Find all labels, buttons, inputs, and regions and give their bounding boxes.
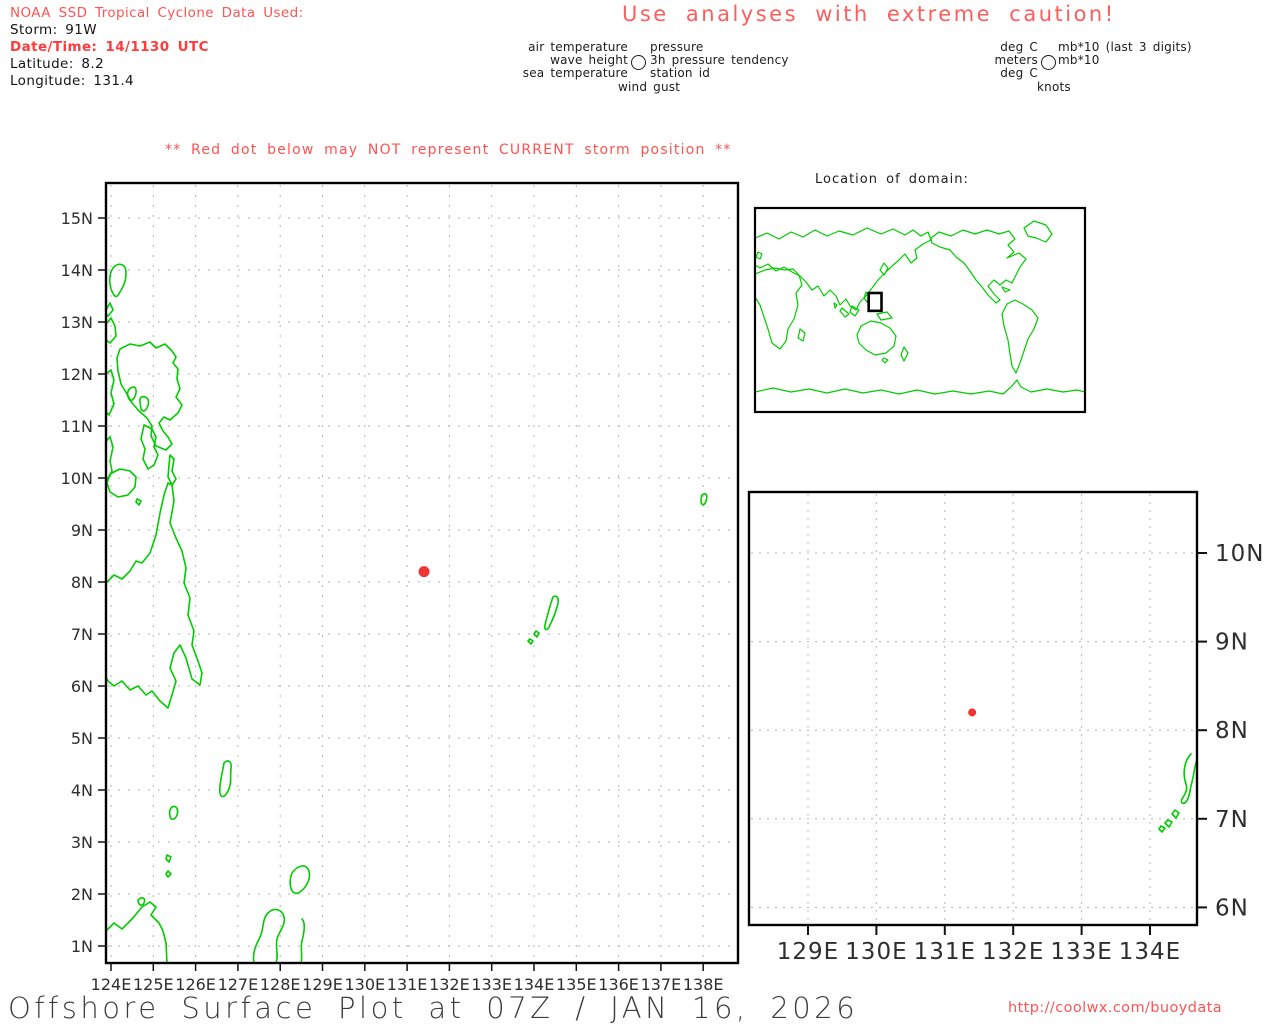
coastline [754,267,803,350]
plot-title: Offshore Surface Plot at 07Z / JAN 16, 2… [8,991,859,1025]
y-tick-label: 12N [61,365,93,384]
x-tick-label: 131E [914,939,976,965]
coastline [116,341,183,451]
y-tick-label: 11N [61,417,93,436]
legend-wind-gust: wind gust [618,79,681,94]
map-border [753,206,1087,414]
y-tick-label: 6N [1215,895,1249,921]
storm-info-latitude: Latitude: 8.2 [10,56,105,72]
coastline [881,346,909,364]
y-tick-label: 15N [61,209,93,228]
coastline [105,901,168,964]
coastline [755,251,763,260]
coastline [833,302,838,309]
coastline [140,424,159,470]
legend-wind-gust-units: knots [1037,79,1071,94]
coastline [137,897,146,906]
storm-info-source: NOAA SSD Tropical Cyclone Data Used: [10,5,304,21]
legend-sea-temperature: sea temperature [522,66,628,81]
x-tick-label: 129E [777,939,839,965]
coastline [165,870,172,878]
legend-station-id: station id [650,66,711,81]
storm-info-longitude: Longitude: 131.4 [10,73,135,89]
coastline [1001,286,1011,293]
y-tick-label: 9N [71,521,93,540]
coastline [168,805,179,821]
storm-info-id: Storm: 91W [10,22,97,38]
coastline [165,854,172,863]
y-tick-label: 10N [61,469,93,488]
y-tick-label: 8N [71,573,93,592]
main-map: 124E 125E 126E 127E 128E 129E 130E 131E 132E 133E… [61,181,740,994]
coastline [139,395,150,412]
y-tick-label: 6N [71,677,93,696]
coastline [105,317,117,344]
coastline [1164,819,1173,828]
coastline [1180,753,1198,805]
x-tick-label: 133E [1050,939,1112,965]
storm-position-dot [968,708,977,717]
x-tick-label: 134E [1119,939,1181,965]
coastline [126,386,137,402]
coastline [289,865,311,895]
source-url[interactable]: http://coolwx.com/buoydata [1008,1000,1222,1016]
y-tick-label: 9N [1215,630,1249,656]
domain-box [867,291,883,313]
storm-position-warning: ** Red dot below may NOT represent CURRE… [165,142,732,158]
coastline [797,328,806,342]
x-tick-label: 130E [845,939,907,965]
coastline [1023,220,1053,243]
caution-banner: Use analyses with extreme caution! [622,2,1116,26]
coastline [1171,809,1180,819]
domain-inset-title: Location of domain: [815,172,969,187]
storm-info-block: NOAA SSD Tropical Cyclone Data Used: Sto… [10,5,304,90]
coastline [527,638,534,645]
y-tick-label: 7N [1215,807,1249,833]
coastline [1158,825,1166,833]
storm-position-dot [418,566,430,578]
domain-inset-map [753,206,1087,414]
station-circle-icon [1041,55,1056,70]
coastline [135,498,142,506]
y-tick-label: 3N [71,833,93,852]
legend-pressure-tendency-units: mb*10 [1058,53,1100,68]
y-tick-label: 2N [71,885,93,904]
coastline [106,468,137,498]
map-border [747,490,1199,927]
y-tick-label: 7N [71,625,93,644]
coastline [300,918,306,964]
coastline [856,320,897,356]
coastline [700,493,708,506]
y-tick-label: 13N [61,313,93,332]
coastline [533,630,540,638]
zoom-inset-map: 129E 130E 131E 132E 133E 134E 10N 9N 8N 7N 6N [747,490,1263,965]
coastline [219,760,232,798]
storm-info-datetime: Date/Time: 14/1130 UTC [10,39,209,55]
y-tick-label: 14N [61,261,93,280]
x-tick-label: 132E [982,939,1044,965]
coastline [108,263,127,298]
y-tick-label: 5N [71,729,93,748]
coastline [544,595,560,631]
station-circle-icon [631,55,646,70]
coastline [105,482,203,709]
coastline [839,305,893,321]
y-tick-label: 8N [1215,718,1249,744]
coastline [754,379,1086,395]
y-tick-label: 1N [71,937,93,956]
y-tick-label: 4N [71,781,93,800]
coastline [167,454,177,486]
y-tick-label: 10N [1215,541,1264,567]
coastline [1001,299,1039,374]
coastline [930,229,1027,304]
legend-sea-temperature-units: deg C [1000,66,1038,81]
